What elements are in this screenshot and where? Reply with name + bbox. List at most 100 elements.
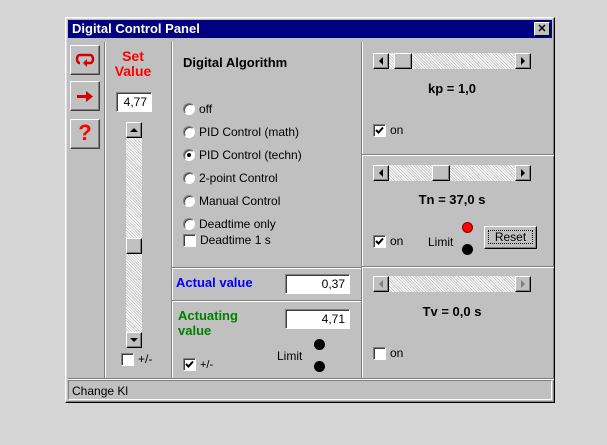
radio-button[interactable] xyxy=(183,172,195,184)
algorithm-option[interactable]: off xyxy=(183,101,212,117)
algorithm-option[interactable]: PID Control (techn) xyxy=(183,147,302,163)
kp-right-button[interactable] xyxy=(515,53,531,69)
tn-on-label: on xyxy=(390,234,404,248)
tn-slider[interactable] xyxy=(373,164,531,182)
tv-on-toggle[interactable]: on xyxy=(373,346,403,360)
control-panel-window: Digital Control Panel ✕ ? Set Value 4,77 xyxy=(65,17,555,403)
kp-label: kp = 1,0 xyxy=(427,81,477,96)
actuating-value-field: 4,71 xyxy=(285,309,350,329)
scroll-down-button[interactable] xyxy=(126,332,142,348)
tn-on-toggle[interactable]: on xyxy=(373,234,403,248)
kp-on-label: on xyxy=(390,123,404,137)
reset-label: Reset xyxy=(485,227,536,247)
right-arrow-icon xyxy=(77,91,93,102)
cycle-button[interactable] xyxy=(70,45,100,75)
checkbox[interactable] xyxy=(121,352,134,366)
set-value-thumb[interactable] xyxy=(126,238,142,254)
tv-left-button[interactable] xyxy=(373,276,389,292)
left-arrow-icon xyxy=(379,169,383,177)
divider xyxy=(104,42,106,378)
left-arrow-icon xyxy=(379,57,383,65)
tn-label: Tn = 37,0 s xyxy=(418,192,486,207)
algorithm-heading: Digital Algorithm xyxy=(183,55,288,70)
algorithm-option-label: PID Control (math) xyxy=(199,125,300,139)
set-value-track[interactable] xyxy=(126,122,142,348)
divider xyxy=(362,154,554,156)
algorithm-option-label: 2-point Control xyxy=(199,171,278,185)
radio-button[interactable] xyxy=(183,126,195,138)
status-text: Change Kl xyxy=(72,384,129,398)
tn-right-button[interactable] xyxy=(515,165,531,181)
kp-thumb[interactable] xyxy=(394,53,412,69)
help-question-icon: ? xyxy=(78,120,92,145)
radio-button[interactable] xyxy=(183,149,195,161)
actual-value-field: 0,37 xyxy=(285,274,350,294)
tn-thumb[interactable] xyxy=(432,165,450,181)
step-button[interactable] xyxy=(70,81,100,111)
actuating-value-label: Actuating value xyxy=(178,308,238,338)
left-arrow-icon xyxy=(379,280,383,288)
tn-limit-led-lower xyxy=(462,244,473,255)
algorithm-option-label: Deadtime only xyxy=(199,217,276,231)
tv-slider[interactable] xyxy=(373,275,531,293)
close-icon: ✕ xyxy=(537,23,547,35)
checkmark-icon xyxy=(185,360,194,368)
divider xyxy=(172,300,361,302)
deadtime-label: Deadtime 1 s xyxy=(200,233,271,247)
tv-label: Tv = 0,0 s xyxy=(422,304,482,319)
close-button[interactable]: ✕ xyxy=(534,22,550,36)
tn-limit-label: Limit xyxy=(428,235,454,249)
up-arrow-icon xyxy=(130,128,138,132)
checkbox[interactable] xyxy=(183,358,196,371)
down-arrow-icon xyxy=(130,338,138,342)
checkbox[interactable] xyxy=(373,346,386,360)
algorithm-option-label: PID Control (techn) xyxy=(199,148,302,162)
actual-value-label: Actual value xyxy=(176,275,253,290)
checkbox[interactable] xyxy=(373,234,386,248)
tv-on-label: on xyxy=(390,346,404,360)
deadtime-toggle[interactable]: Deadtime 1 s xyxy=(183,233,271,247)
radio-button[interactable] xyxy=(183,195,195,207)
kp-slider[interactable] xyxy=(373,52,531,70)
kp-left-button[interactable] xyxy=(373,53,389,69)
algorithm-option[interactable]: 2-point Control xyxy=(183,170,278,186)
actuating-sign-label: +/- xyxy=(200,358,214,371)
divider xyxy=(361,42,363,378)
radio-button[interactable] xyxy=(183,103,195,115)
right-arrow-icon xyxy=(521,280,525,288)
set-value-sign-toggle[interactable]: +/- xyxy=(121,352,152,366)
actuating-sign-toggle[interactable]: +/- xyxy=(183,358,213,371)
checkbox[interactable] xyxy=(373,123,386,137)
reset-button[interactable]: Reset xyxy=(484,226,537,249)
kp-on-toggle[interactable]: on xyxy=(373,123,403,137)
checkmark-icon xyxy=(375,237,384,245)
algorithm-option[interactable]: Deadtime only xyxy=(183,216,276,232)
set-value-sign-label: +/- xyxy=(138,352,153,366)
algorithm-option[interactable]: Manual Control xyxy=(183,193,280,209)
divider xyxy=(171,42,173,378)
right-arrow-icon xyxy=(521,169,525,177)
loop-arrow-icon xyxy=(75,53,95,67)
help-button[interactable]: ? xyxy=(70,119,100,149)
scroll-up-button[interactable] xyxy=(126,122,142,138)
title-bar[interactable]: Digital Control Panel ✕ xyxy=(68,20,552,38)
checkbox[interactable] xyxy=(183,233,196,247)
set-value-field[interactable]: 4,77 xyxy=(116,92,152,112)
tn-track[interactable] xyxy=(373,165,531,181)
divider xyxy=(172,267,361,269)
window-title: Digital Control Panel xyxy=(72,21,200,36)
algorithm-option-label: off xyxy=(199,102,213,116)
right-arrow-icon xyxy=(521,57,525,65)
tn-left-button[interactable] xyxy=(373,165,389,181)
tv-track[interactable] xyxy=(373,276,531,292)
tv-right-button[interactable] xyxy=(515,276,531,292)
set-value-slider[interactable] xyxy=(125,122,143,348)
algorithm-option-label: Manual Control xyxy=(199,194,281,208)
divider xyxy=(362,266,554,268)
actuating-limit-led-upper xyxy=(314,339,325,350)
tn-limit-led-upper xyxy=(462,222,473,233)
radio-button[interactable] xyxy=(183,218,195,230)
algorithm-option[interactable]: PID Control (math) xyxy=(183,124,299,140)
checkmark-icon xyxy=(375,126,384,134)
actuating-limit-label: Limit xyxy=(277,349,303,363)
